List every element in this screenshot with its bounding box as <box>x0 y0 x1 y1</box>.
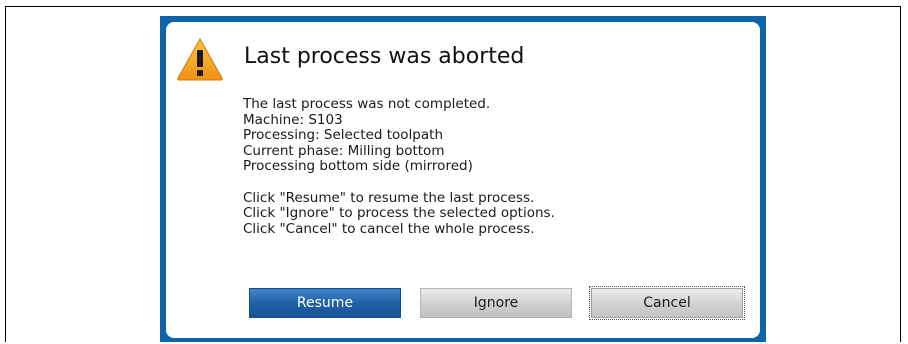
message-line: Processing: Selected toolpath <box>243 127 443 143</box>
dialog-message: The last process was not completed. Mach… <box>243 96 555 237</box>
ignore-button[interactable]: Ignore <box>420 288 572 318</box>
instruction-line: Click "Resume" to resume the last proces… <box>243 189 535 206</box>
message-spacer <box>243 175 555 191</box>
warning-icon <box>177 37 223 81</box>
instruction-line: Click "Ignore" to process the selected o… <box>243 205 555 221</box>
message-line: Current phase: Milling bottom <box>243 142 445 159</box>
dialog-title: Last process was aborted <box>244 44 525 69</box>
instruction-line: Click "Cancel" to cancel the whole proce… <box>243 220 535 237</box>
message-line: The last process was not completed. <box>243 96 491 112</box>
cancel-button[interactable]: Cancel <box>589 286 745 320</box>
message-line: Machine: S103 <box>243 111 343 128</box>
resume-button[interactable]: Resume <box>249 288 401 318</box>
message-line: Processing bottom side (mirrored) <box>243 158 473 174</box>
